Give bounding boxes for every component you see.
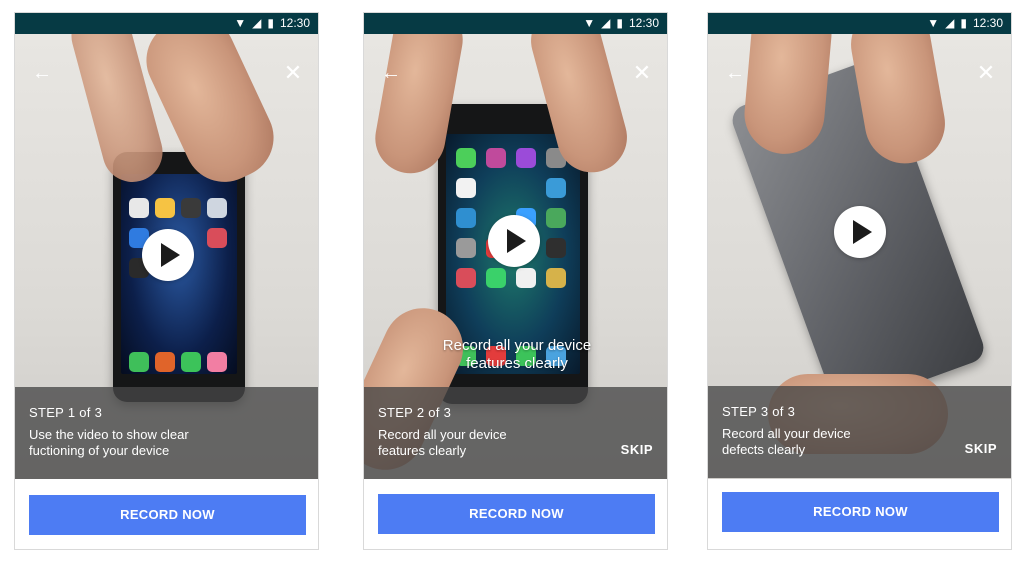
battery-icon: ▮: [267, 16, 274, 30]
battery-icon: ▮: [616, 16, 623, 30]
step-label: STEP 3 of 3: [722, 404, 796, 419]
status-time: 12:30: [972, 16, 1003, 30]
step-label: STEP 1 of 3: [29, 405, 103, 420]
step-description: Record all your device defects clearly: [722, 426, 942, 458]
back-arrow-icon[interactable]: ←: [722, 60, 748, 86]
play-button[interactable]: [834, 206, 886, 258]
step-label: STEP 2 of 3: [378, 405, 452, 420]
back-arrow-icon[interactable]: ←: [29, 60, 55, 86]
status-bar: ▼ ◢ ▮ 12:30: [364, 13, 667, 34]
wifi-icon: ▼: [583, 16, 596, 30]
play-icon: [161, 243, 180, 267]
play-button[interactable]: [488, 215, 540, 267]
step-info-panel: STEP 1 of 3 Use the video to show clear …: [15, 387, 318, 479]
step-description-line: defects clearly: [722, 442, 806, 457]
back-arrow-icon[interactable]: ←: [378, 60, 404, 86]
play-icon: [853, 220, 872, 244]
play-button[interactable]: [142, 229, 194, 281]
signal-icon: ◢: [601, 16, 611, 30]
video-caption-line: Record all your device: [442, 337, 592, 354]
step-description-line: Record all your device: [378, 427, 507, 442]
skip-button[interactable]: SKIP: [621, 442, 653, 457]
screen-step-2: ▼ ◢ ▮ 12:30 ← ✕ Record all your device f…: [363, 12, 668, 550]
play-icon: [507, 229, 526, 253]
step-description-line: Use the video to show clear: [29, 427, 189, 442]
record-now-button[interactable]: RECORD NOW: [722, 492, 999, 532]
record-now-button[interactable]: RECORD NOW: [29, 495, 306, 535]
close-icon[interactable]: ✕: [629, 60, 655, 86]
step-description-line: features clearly: [378, 443, 467, 458]
step-description-line: fuctioning of your device: [29, 443, 170, 458]
step-info-panel: STEP 3 of 3 Record all your device defec…: [708, 386, 1011, 478]
skip-button[interactable]: SKIP: [965, 441, 997, 456]
status-time: 12:30: [628, 16, 659, 30]
screen-step-1: ▼ ◢ ▮ 12:30 ← ✕ STEP 1 of 3 Use the vide…: [14, 12, 319, 550]
step-description: Record all your device features clearly: [378, 427, 598, 459]
record-now-button[interactable]: RECORD NOW: [378, 494, 655, 534]
screen-step-3: ▼ ◢ ▮ 12:30 ← ✕ STEP 3 of 3 Record all y…: [707, 12, 1012, 550]
wifi-icon: ▼: [927, 16, 940, 30]
step-description-line: Record all your device: [722, 426, 851, 441]
video-caption-line: features clearly: [466, 355, 568, 372]
close-icon[interactable]: ✕: [973, 60, 999, 86]
wifi-icon: ▼: [234, 16, 247, 30]
step-description: Use the video to show clear fuctioning o…: [29, 427, 249, 459]
signal-icon: ◢: [252, 16, 262, 30]
status-time: 12:30: [279, 16, 310, 30]
close-icon[interactable]: ✕: [280, 60, 306, 86]
status-bar: ▼ ◢ ▮ 12:30: [15, 13, 318, 34]
signal-icon: ◢: [945, 16, 955, 30]
video-caption: Record all your device features clearly: [422, 337, 612, 373]
status-bar: ▼ ◢ ▮ 12:30: [708, 13, 1011, 34]
battery-icon: ▮: [960, 16, 967, 30]
step-info-panel: STEP 2 of 3 Record all your device featu…: [364, 387, 667, 479]
